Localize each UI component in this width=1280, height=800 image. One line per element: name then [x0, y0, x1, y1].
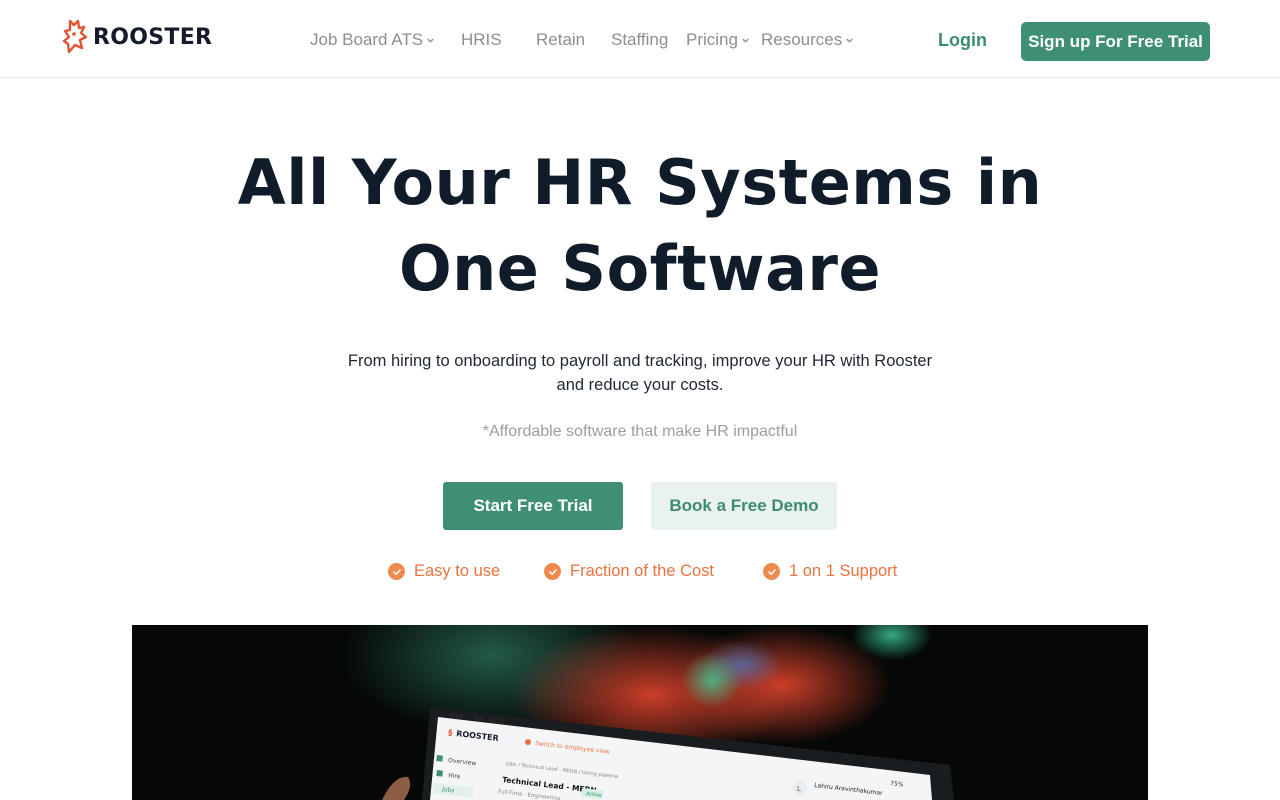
- check-circle-icon: [763, 563, 780, 580]
- feature-support: 1 on 1 Support: [763, 562, 897, 581]
- nav-label: Pricing: [686, 30, 738, 49]
- hero-subtitle: From hiring to onboarding to payroll and…: [340, 349, 940, 397]
- subtitle-line-1: From hiring to onboarding to payroll and…: [347, 352, 933, 370]
- nav-item-hris[interactable]: HRIS: [461, 30, 502, 50]
- hero-product-image: 4:08 Tue, Jul 15 75% § ROOSTER Switch to…: [132, 625, 1148, 800]
- nav-item-pricing[interactable]: Pricing: [686, 30, 750, 50]
- brand-name: ROOSTER: [93, 24, 213, 50]
- brand-logo[interactable]: ROOSTER: [62, 18, 212, 56]
- chevron-down-icon: [846, 38, 853, 43]
- check-circle-icon: [388, 563, 405, 580]
- feature-label: 1 on 1 Support: [789, 562, 898, 580]
- nav-label: Retain: [536, 30, 586, 49]
- app-sidebar-item: Hire: [448, 772, 461, 780]
- book-demo-button[interactable]: Book a Free Demo: [651, 482, 837, 530]
- check-circle-icon: [544, 563, 561, 580]
- nav-label: Resources: [761, 30, 843, 49]
- tablet-photo: 4:08 Tue, Jul 15 75% § ROOSTER Switch to…: [132, 625, 1148, 800]
- site-header: ROOSTER Job Board ATS HRIS Retain Staffi…: [0, 0, 1280, 78]
- subtitle-line-2: and reduce your costs.: [556, 376, 724, 394]
- chevron-down-icon: [427, 38, 434, 43]
- nav-item-retain[interactable]: Retain: [536, 30, 585, 50]
- nav-label: Job Board ATS: [310, 30, 424, 49]
- chevron-down-icon: [742, 38, 749, 43]
- hero-headline: All Your HR Systems in One Software: [0, 140, 1280, 312]
- nav-label: Staffing: [611, 30, 669, 49]
- feature-label: Fraction of the Cost: [570, 562, 714, 580]
- start-free-trial-button[interactable]: Start Free Trial: [443, 482, 623, 530]
- nav-item-staffing[interactable]: Staffing: [611, 30, 668, 50]
- feature-fraction-of-cost: Fraction of the Cost: [544, 562, 714, 581]
- feature-label: Easy to use: [414, 562, 501, 580]
- app-user-avatar: L: [797, 785, 801, 793]
- rooster-logo-icon: [62, 19, 88, 54]
- login-link[interactable]: Login: [938, 30, 987, 51]
- feature-easy-to-use: Easy to use: [388, 562, 500, 581]
- hero-note: *Affordable software that make HR impact…: [482, 423, 798, 440]
- nav-label: HRIS: [461, 30, 502, 49]
- nav-item-job-board-ats[interactable]: Job Board ATS: [310, 30, 435, 50]
- signup-button[interactable]: Sign up For Free Trial: [1021, 22, 1210, 61]
- headline-line-2: One Software: [398, 232, 882, 305]
- nav-item-resources[interactable]: Resources: [761, 30, 854, 50]
- headline-line-1: All Your HR Systems in: [237, 146, 1043, 219]
